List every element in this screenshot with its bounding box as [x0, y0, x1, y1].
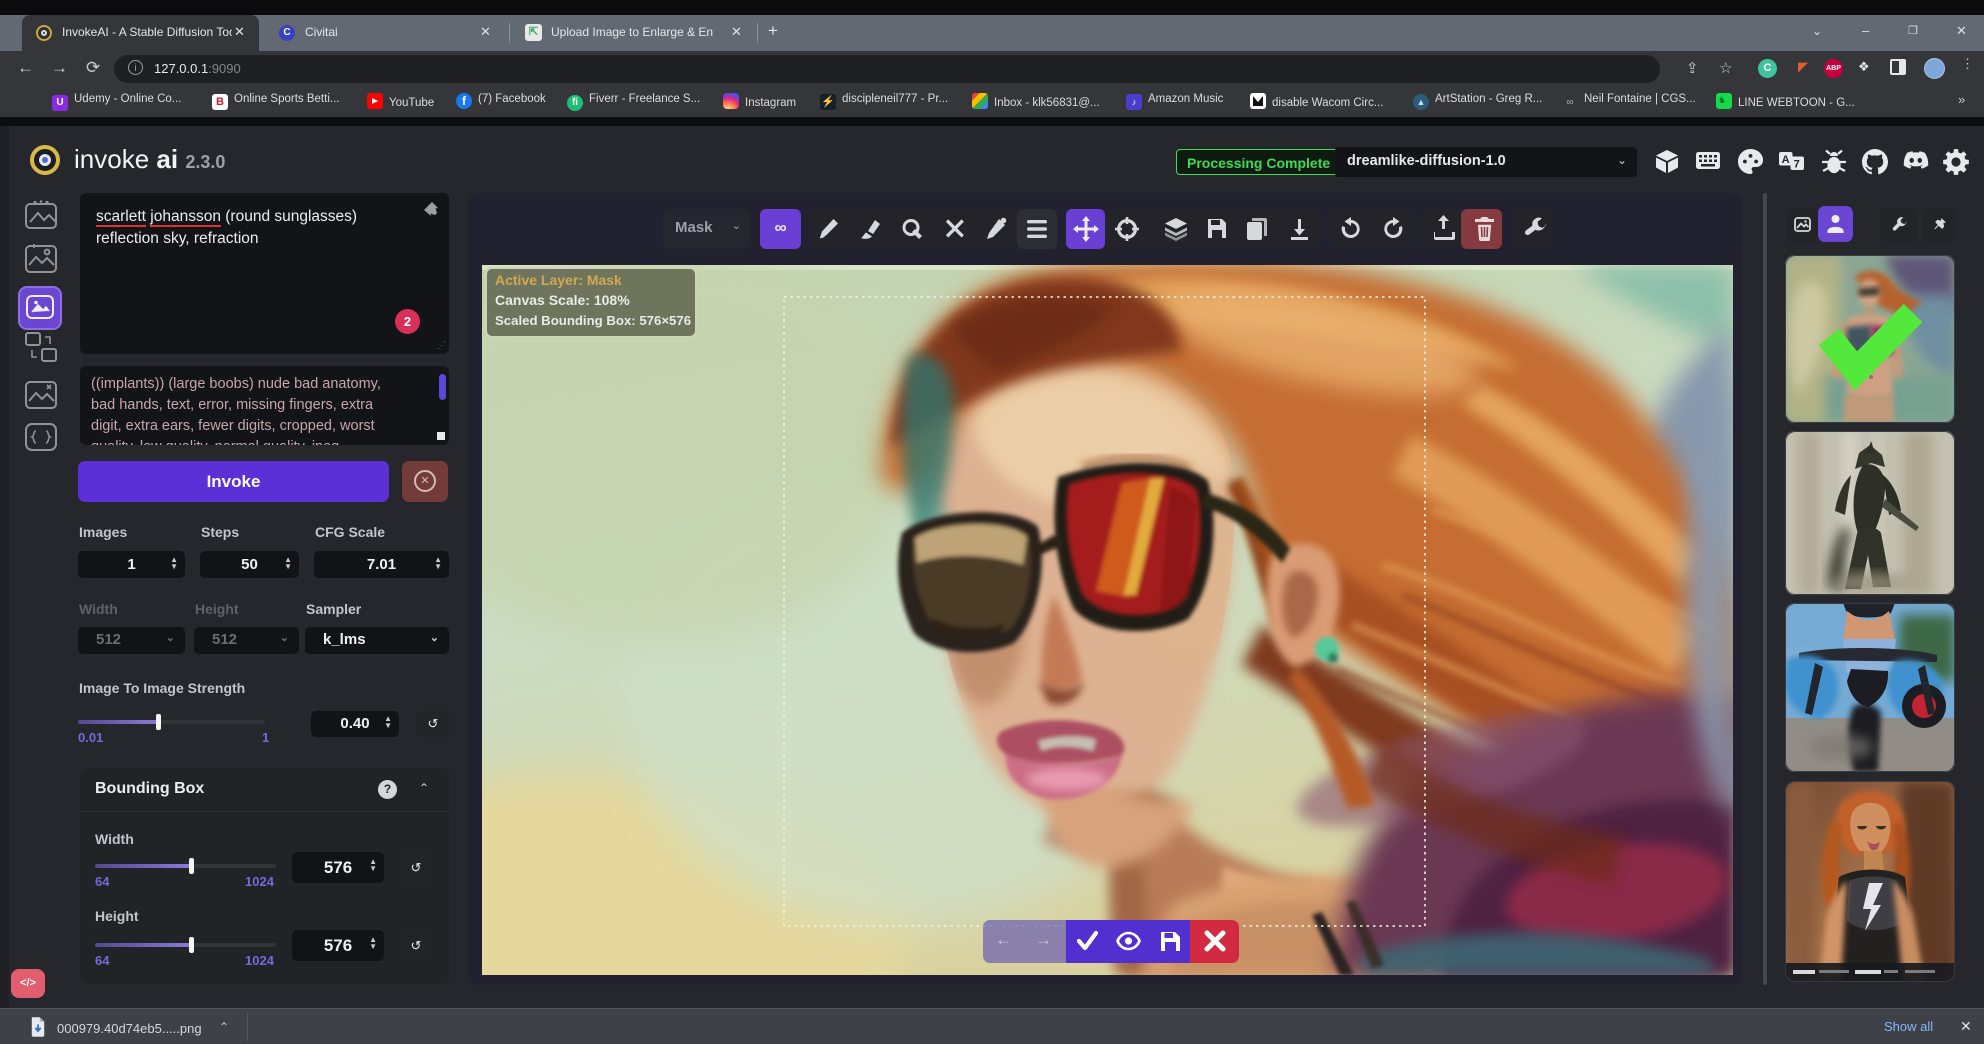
- svg-text:A: A: [1782, 154, 1790, 166]
- svg-text:7: 7: [1794, 159, 1800, 171]
